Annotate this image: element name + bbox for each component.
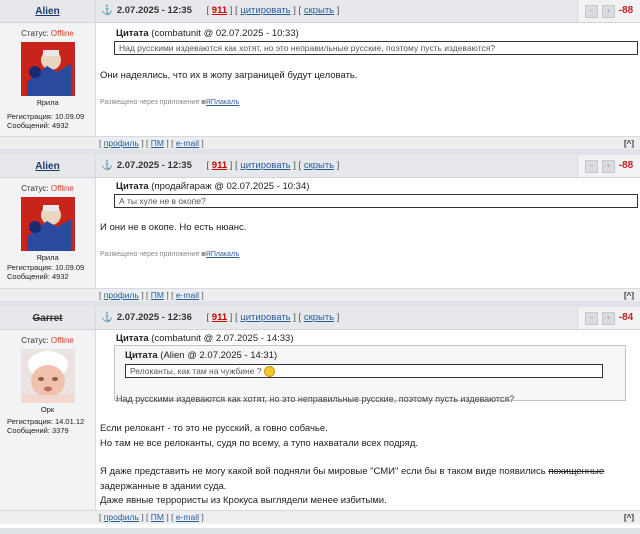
post-2-author-panel: Alien Статус: Offline Ярила Регистрация:… [0,155,96,288]
pm-link[interactable]: ПМ [151,138,164,148]
quote-header-inner: Цитата (Alien @ 2.07.2025 - 14:31) [125,350,278,361]
username-link[interactable]: Alien [35,6,59,17]
username-link[interactable]: Garret [32,313,62,324]
email-link[interactable]: e-mail [176,138,199,148]
post-body-line-4: задержанные в здании суда. [100,481,227,492]
status: Статус: Offline [21,336,74,345]
quote-header-outer: Цитата (combatunit @ 2.07.2025 - 14:33) [116,333,294,344]
avatar-caption: Орк [40,405,55,414]
quote-link[interactable]: цитировать [240,160,290,171]
anchor-icon[interactable]: ⚓ [101,312,113,323]
post-body: И они не в окопе. Но есть нюанс. [100,222,247,233]
post-count-link[interactable]: 911 [212,5,227,16]
quote-text: Над русскими издеваются как хотят, но эт… [114,41,638,55]
scroll-top-icon[interactable]: [^] [624,289,634,302]
via-app: Размещено через приложение ◙ЯПлакалъ [100,251,240,258]
post-footer: [ профиль ] [ ПМ ] [ e-mail ] [^] [95,510,640,524]
pm-link[interactable]: ПМ [151,512,164,522]
post-header: ⚓ 2.07.2025 - 12:35 [ 911 ] [ цитировать … [96,0,640,23]
quote-link[interactable]: цитировать [240,5,290,16]
hide-link[interactable]: скрыть [304,160,334,171]
registration-info: Регистрация: 10.09.09 Сообщений: 4932 [7,112,85,130]
post-3-author-panel: Garret Статус: Offline Орк Регистрация: … [0,307,96,510]
avatar [20,349,75,403]
scroll-top-icon[interactable]: [^] [624,511,634,524]
quote-link[interactable]: цитировать [240,312,290,323]
quote-text-inner: Релоканты, как там на чужбине ? [125,364,603,378]
post-header: ⚓ 2.07.2025 - 12:36 [ 911 ] [ цитировать … [96,307,640,330]
registration-info: Регистрация: 14.01.12 Сообщений: 3379 [7,417,85,435]
vote-down-icon[interactable]: − [584,159,598,173]
quote-text: А ты хуле не в окопе? [114,194,638,208]
username-link[interactable]: Alien [35,161,59,172]
vote-up-icon[interactable]: + [601,159,615,173]
rating: − + -88 [577,0,640,22]
post-2: Alien Статус: Offline Ярила Регистрация:… [0,155,640,307]
profile-link[interactable]: профиль [104,138,139,148]
status: Статус: Offline [21,29,74,38]
post-body-line-1: Если релокант - то это не русский, а гов… [100,423,328,434]
hide-link[interactable]: скрыть [304,312,334,323]
vote-up-icon[interactable]: + [601,311,615,325]
post-footer: [ профиль ] [ ПМ ] [ e-mail ] [^] [95,136,640,150]
rating: − + -88 [577,155,640,177]
hide-link[interactable]: скрыть [304,5,334,16]
via-app: Размещено через приложение ◙ЯПлакалъ [100,99,240,106]
vote-down-icon[interactable]: − [584,311,598,325]
post-count-link[interactable]: 911 [212,312,227,323]
profile-link[interactable]: профиль [104,512,139,522]
rating: − + -84 [577,307,640,329]
post-body-line-2: Но там не все релоканты, судя по всему, … [100,438,418,449]
anchor-icon[interactable]: ⚓ [101,160,113,171]
email-link[interactable]: e-mail [176,290,199,300]
post-3-content: ⚓ 2.07.2025 - 12:36 [ 911 ] [ цитировать … [96,307,640,510]
vote-up-icon[interactable]: + [601,4,615,18]
avatar [20,197,75,251]
post-3: Garret Статус: Offline Орк Регистрация: … [0,307,640,534]
profile-link[interactable]: профиль [104,290,139,300]
email-link[interactable]: e-mail [176,512,199,522]
post-body: Они надеялись, что их в жопу заграницей … [100,70,358,81]
quote-header: Цитата (combatunit @ 02.07.2025 - 10:33) [116,28,299,39]
post-1: Alien Статус: Offline Ярила Регистрация:… [0,0,640,155]
post-footer: [ профиль ] [ ПМ ] [ e-mail ] [^] [95,288,640,302]
post-1-content: ⚓ 2.07.2025 - 12:35 [ 911 ] [ цитировать … [96,0,640,136]
post-body-line-3: Я даже представить не могу какой вой под… [100,466,605,477]
smiley-icon [263,366,275,377]
avatar [20,42,75,96]
status: Статус: Offline [21,184,74,193]
post-1-author-panel: Alien Статус: Offline Ярила Регистрация:… [0,0,96,136]
quote-header: Цитата (продайгараж @ 02.07.2025 - 10:34… [116,181,310,192]
post-header: ⚓ 2.07.2025 - 12:35 [ 911 ] [ цитировать … [96,155,640,178]
scroll-top-icon[interactable]: [^] [624,137,634,150]
vote-down-icon[interactable]: − [584,4,598,18]
avatar-caption: Ярила [36,253,59,262]
registration-info: Регистрация: 10.09.09 Сообщений: 4932 [7,263,85,281]
avatar-caption: Ярила [36,98,59,107]
post-2-content: ⚓ 2.07.2025 - 12:35 [ 911 ] [ цитировать … [96,155,640,288]
quote-text-outer: Над русскими издеваются как хотят, но эт… [116,394,515,404]
anchor-icon[interactable]: ⚓ [101,5,113,16]
nested-quote: Цитата (Alien @ 2.07.2025 - 14:31) Релок… [114,345,626,401]
post-body-line-5: Даже явные террористы из Крокуса выгляде… [100,495,387,506]
pm-link[interactable]: ПМ [151,290,164,300]
post-count-link[interactable]: 911 [212,160,227,171]
